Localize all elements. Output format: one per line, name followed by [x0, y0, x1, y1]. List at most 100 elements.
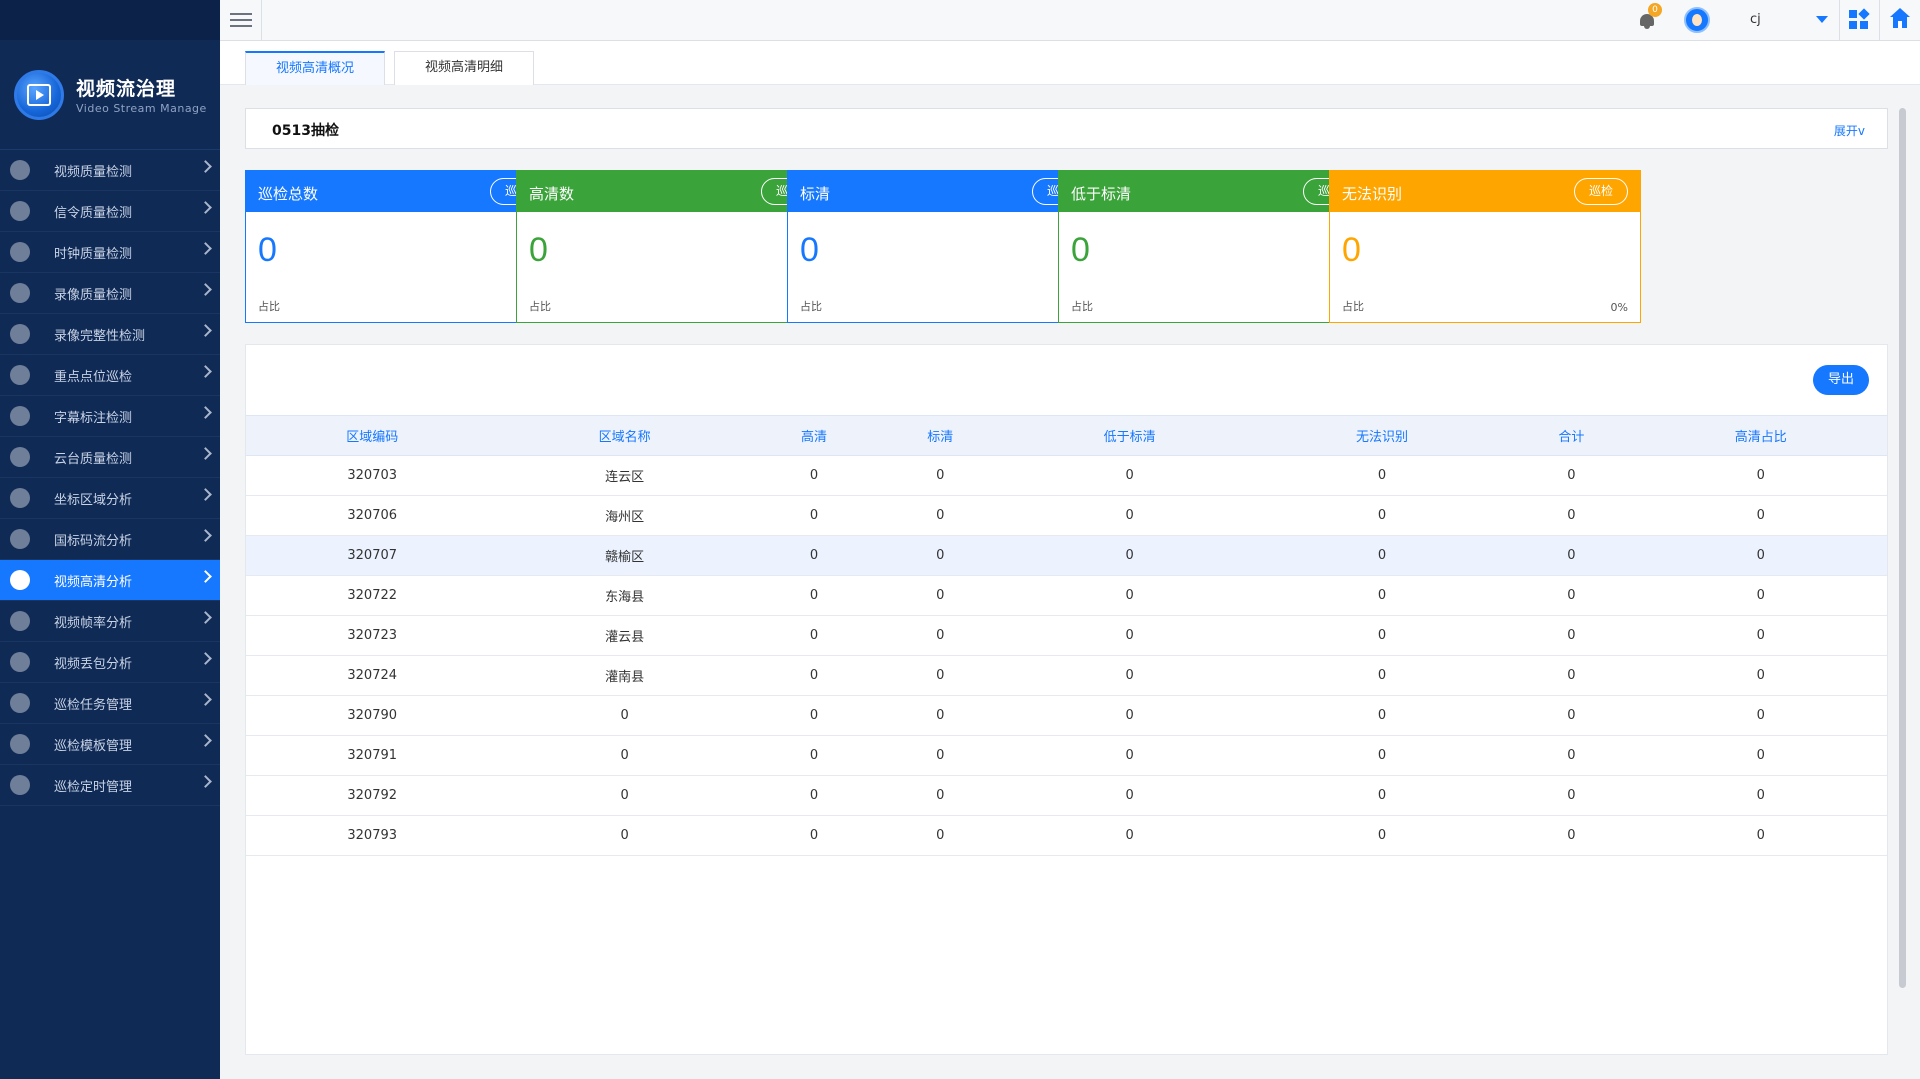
sidebar-item[interactable]: 巡检任务管理 [0, 683, 220, 724]
stat-card: 标清巡检0占比0% [787, 170, 1099, 323]
table-cell: 0 [1003, 495, 1256, 536]
table-cell: 0 [877, 815, 1004, 856]
table-row[interactable]: 320722 东海县 0 0 0 0 0 0 [246, 575, 1887, 616]
stream-icon [10, 529, 30, 549]
table-cell: 320790 [246, 695, 499, 736]
table-row[interactable]: 320791 0 0 0 0 0 0 0 [246, 735, 1887, 776]
sidebar-item[interactable]: 录像完整性检测 [0, 314, 220, 355]
sidebar-item[interactable]: 重点点位巡检 [0, 355, 220, 396]
chevron-right-icon [199, 775, 212, 788]
table-cell: 0 [1508, 455, 1635, 496]
table-row[interactable]: 320793 0 0 0 0 0 0 0 [246, 815, 1887, 856]
sidebar-item[interactable]: 时钟质量检测 [0, 232, 220, 273]
table-cell: 320722 [246, 575, 499, 616]
table-cell: 0 [877, 535, 1004, 576]
export-button[interactable]: 导出 [1813, 365, 1869, 395]
sidebar-item[interactable]: 信令质量检测 [0, 191, 220, 232]
username[interactable]: cj [1750, 12, 1761, 27]
apps-grid-icon[interactable] [1849, 8, 1870, 30]
stat-card-value: 0 [258, 231, 277, 269]
chevron-right-icon [199, 488, 212, 501]
region-table: 区域编码 区域名称 高清 标清 低于标清 无法识别 合计 高清占比 320703 连云区 0 0 0 0… [246, 415, 1887, 856]
table-cell: 0 [498, 775, 751, 816]
table-row[interactable]: 320723 灌云县 0 0 0 0 0 0 [246, 615, 1887, 656]
table-cell: 0 [877, 735, 1004, 776]
table-cell: 0 [877, 575, 1004, 616]
table-row[interactable]: 320703 连云区 0 0 0 0 0 0 [246, 455, 1887, 496]
table-cell: 0 [1255, 655, 1509, 696]
table-cell: 0 [1634, 535, 1887, 576]
brand: 视频流治理 Video Stream Manage [0, 40, 220, 150]
table-cell: 320706 [246, 495, 499, 536]
stat-card-value: 0 [1342, 231, 1361, 269]
hd-icon [10, 570, 30, 590]
sidebar-item-label: 视频质量检测 [54, 164, 133, 180]
sidebar-item-label: 信令质量检测 [54, 205, 133, 221]
sidebar-item[interactable]: 视频帧率分析 [0, 601, 220, 642]
chevron-right-icon [199, 447, 212, 460]
sidebar-item[interactable]: 视频高清分析 [0, 560, 220, 601]
table-cell: 0 [498, 695, 751, 736]
column-header: 低于标清 [1003, 415, 1256, 456]
table-cell: 0 [1508, 655, 1635, 696]
sidebar-item[interactable]: 字幕标注检测 [0, 396, 220, 437]
table-cell: 0 [1255, 775, 1509, 816]
table-cell: 0 [1255, 615, 1509, 656]
table-row[interactable]: 320706 海州区 0 0 0 0 0 0 [246, 495, 1887, 536]
stat-card-label: 低于标清 [1071, 185, 1132, 203]
table-cell: 0 [1634, 695, 1887, 736]
sidebar-item[interactable]: 视频丢包分析 [0, 642, 220, 683]
table-cell: 0 [750, 775, 878, 816]
chevron-right-icon [199, 406, 212, 419]
sidebar-item[interactable]: 坐标区域分析 [0, 478, 220, 519]
sidebar-item[interactable]: 录像质量检测 [0, 273, 220, 314]
table-cell: 0 [750, 735, 878, 776]
table-cell: 0 [1634, 615, 1887, 656]
tab-hd-overview[interactable]: 视频高清概况 [245, 51, 385, 85]
sidebar-item[interactable]: 巡检定时管理 [0, 765, 220, 806]
sidebar-item-label: 云台质量检测 [54, 451, 133, 467]
column-header: 区域名称 [498, 415, 751, 456]
table-cell: 0 [1255, 695, 1509, 736]
task-icon [10, 693, 30, 713]
sidebar-item[interactable]: 云台质量检测 [0, 437, 220, 478]
menu-toggle-icon[interactable] [230, 10, 252, 30]
table-cell: 0 [1634, 575, 1887, 616]
tab-hd-detail[interactable]: 视频高清明细 [394, 51, 534, 85]
chevron-right-icon [199, 693, 212, 706]
stat-card-value: 0 [800, 231, 819, 269]
tab-bar: 视频高清概况 视频高清明细 [220, 41, 1920, 85]
chevron-right-icon [199, 734, 212, 747]
table-cell: 0 [877, 655, 1004, 696]
sidebar-item-label: 巡检定时管理 [54, 779, 133, 795]
header-divider [1839, 0, 1840, 41]
sidebar-item[interactable]: 国标码流分析 [0, 519, 220, 560]
table-cell: 320707 [246, 535, 499, 576]
table-cell: 0 [1003, 775, 1256, 816]
table-cell: 0 [1003, 455, 1256, 496]
sidebar-item[interactable]: 巡检模板管理 [0, 724, 220, 765]
stat-card-label: 标清 [800, 185, 831, 203]
table-row[interactable]: 320707 赣榆区 0 0 0 0 0 0 [246, 535, 1887, 576]
avatar[interactable] [1684, 7, 1710, 33]
scrollbar[interactable] [1899, 108, 1906, 988]
table-row[interactable]: 320790 0 0 0 0 0 0 0 [246, 695, 1887, 736]
clock-icon [10, 242, 30, 262]
chevron-right-icon [199, 570, 212, 583]
table-cell: 0 [1508, 495, 1635, 536]
chevron-down-icon[interactable] [1816, 16, 1828, 23]
table-cell: 0 [1634, 495, 1887, 536]
inspect-button[interactable]: 巡检 [1574, 178, 1628, 205]
table-row[interactable]: 320724 灌南县 0 0 0 0 0 0 [246, 655, 1887, 696]
table-body: 320703 连云区 0 0 0 0 0 0 320706 海州区 0 0 0 0 0 0 320707 赣榆区 0… [246, 455, 1887, 856]
signal-icon [10, 201, 30, 221]
table-cell: 0 [750, 495, 878, 536]
stat-card-ratio-label: 占比 [800, 300, 822, 313]
column-header: 高清占比 [1634, 415, 1887, 456]
sidebar: 视频流治理 Video Stream Manage 视频质量检测 信令质量检测时钟… [0, 0, 220, 1079]
home-icon[interactable] [1889, 8, 1911, 30]
sidebar-item[interactable]: 视频质量检测 [0, 150, 220, 191]
expand-link[interactable]: 展开v [1834, 122, 1865, 139]
table-row[interactable]: 320792 0 0 0 0 0 0 0 [246, 775, 1887, 816]
table-cell: 320793 [246, 815, 499, 856]
